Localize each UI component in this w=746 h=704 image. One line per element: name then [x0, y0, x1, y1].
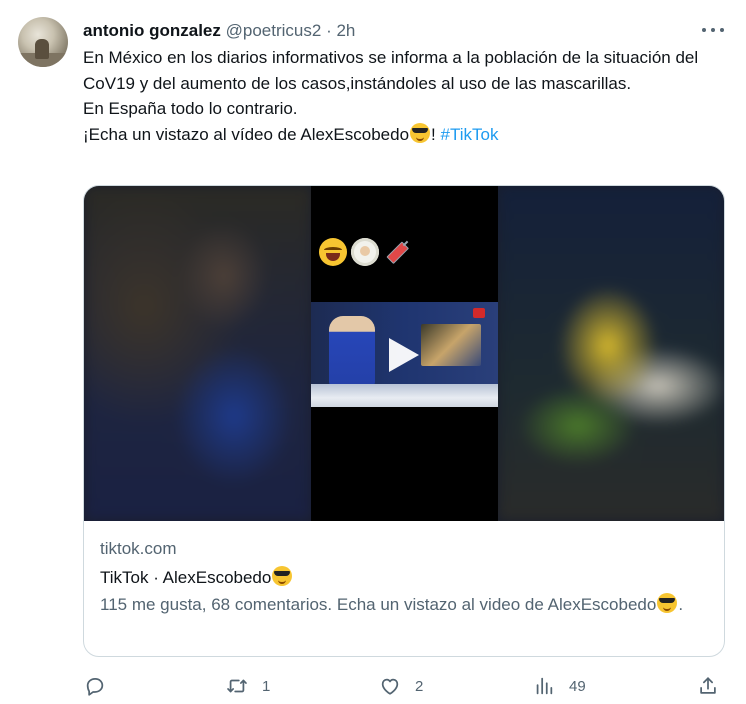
tweet-line-2: En España todo lo contrario. — [83, 99, 298, 119]
card-description-text: 115 me gusta, 68 comentarios. Echa un vi… — [100, 595, 657, 614]
share-icon — [700, 677, 716, 694]
channel-logo-icon — [473, 308, 485, 318]
tweet-line-1: En México en los diarios informativos se… — [83, 48, 699, 93]
action-bar: 1 2 49 — [83, 674, 725, 698]
laughing-emoji-icon — [319, 238, 347, 266]
sheep-emoji-icon — [351, 238, 379, 266]
studio-screen — [421, 324, 481, 366]
link-preview-card[interactable]: tiktok.com TikTok · AlexEscobedo 115 me … — [83, 185, 725, 657]
sunglasses-emoji-icon — [410, 122, 431, 143]
blurred-background-left — [84, 186, 312, 521]
views-button[interactable]: 49 — [533, 674, 586, 698]
views-count: 49 — [569, 677, 586, 695]
retweet-button[interactable]: 1 — [226, 674, 270, 698]
like-count: 2 — [415, 677, 424, 695]
author-handle[interactable]: @poetricus2 — [226, 21, 322, 40]
more-dot — [702, 28, 706, 32]
timestamp[interactable]: 2h — [336, 21, 355, 40]
play-icon[interactable] — [389, 338, 419, 372]
avatar-figure — [35, 39, 49, 59]
share-button[interactable] — [697, 674, 719, 698]
more-horizontal-icon[interactable] — [702, 20, 724, 40]
reply-icon — [86, 677, 104, 696]
hashtag-link[interactable]: #TikTok — [441, 125, 499, 144]
like-button[interactable]: 2 — [379, 674, 423, 698]
news-broadcast-frame — [311, 302, 498, 407]
tweet[interactable]: antonio gonzalez @poetricus2 · 2h En Méx… — [0, 0, 746, 704]
tweet-header: antonio gonzalez @poetricus2 · 2h — [83, 20, 355, 42]
tweet-line-3: ¡Echa un vistazo al vídeo de AlexEscobed… — [83, 122, 723, 148]
author-name[interactable]: antonio gonzalez — [83, 21, 221, 40]
syringe-emoji-icon — [377, 232, 417, 272]
tweet-line-3-text: ¡Echa un vistazo al vídeo de AlexEscobed… — [83, 124, 410, 144]
heart-icon — [381, 678, 399, 695]
tweet-text: En México en los diarios informativos se… — [83, 45, 723, 147]
video-thumbnail[interactable] — [311, 186, 498, 521]
tweet-line-3-suffix: ! — [431, 124, 441, 144]
blurred-background-right — [498, 186, 724, 521]
news-desk — [311, 384, 498, 407]
card-title: TikTok · AlexEscobedo — [100, 566, 708, 589]
card-title-text: TikTok · AlexEscobedo — [100, 568, 272, 587]
more-dot — [720, 28, 724, 32]
sunglasses-emoji-icon — [657, 593, 678, 613]
card-description: 115 me gusta, 68 comentarios. Echa un vi… — [100, 592, 708, 617]
card-media[interactable] — [84, 186, 724, 521]
news-anchor — [329, 316, 375, 386]
reply-button[interactable] — [84, 674, 106, 698]
avatar[interactable] — [18, 17, 68, 67]
card-body[interactable]: tiktok.com TikTok · AlexEscobedo 115 me … — [84, 521, 724, 617]
card-domain: tiktok.com — [100, 539, 177, 558]
retweet-icon — [227, 679, 247, 693]
card-description-suffix: . — [678, 595, 684, 614]
retweet-count: 1 — [262, 677, 271, 695]
header-separator: · — [326, 21, 332, 40]
sunglasses-emoji-icon — [272, 566, 293, 586]
emoji-overlay — [319, 238, 411, 266]
more-dot — [711, 28, 715, 32]
views-bar-chart-icon — [536, 677, 553, 695]
